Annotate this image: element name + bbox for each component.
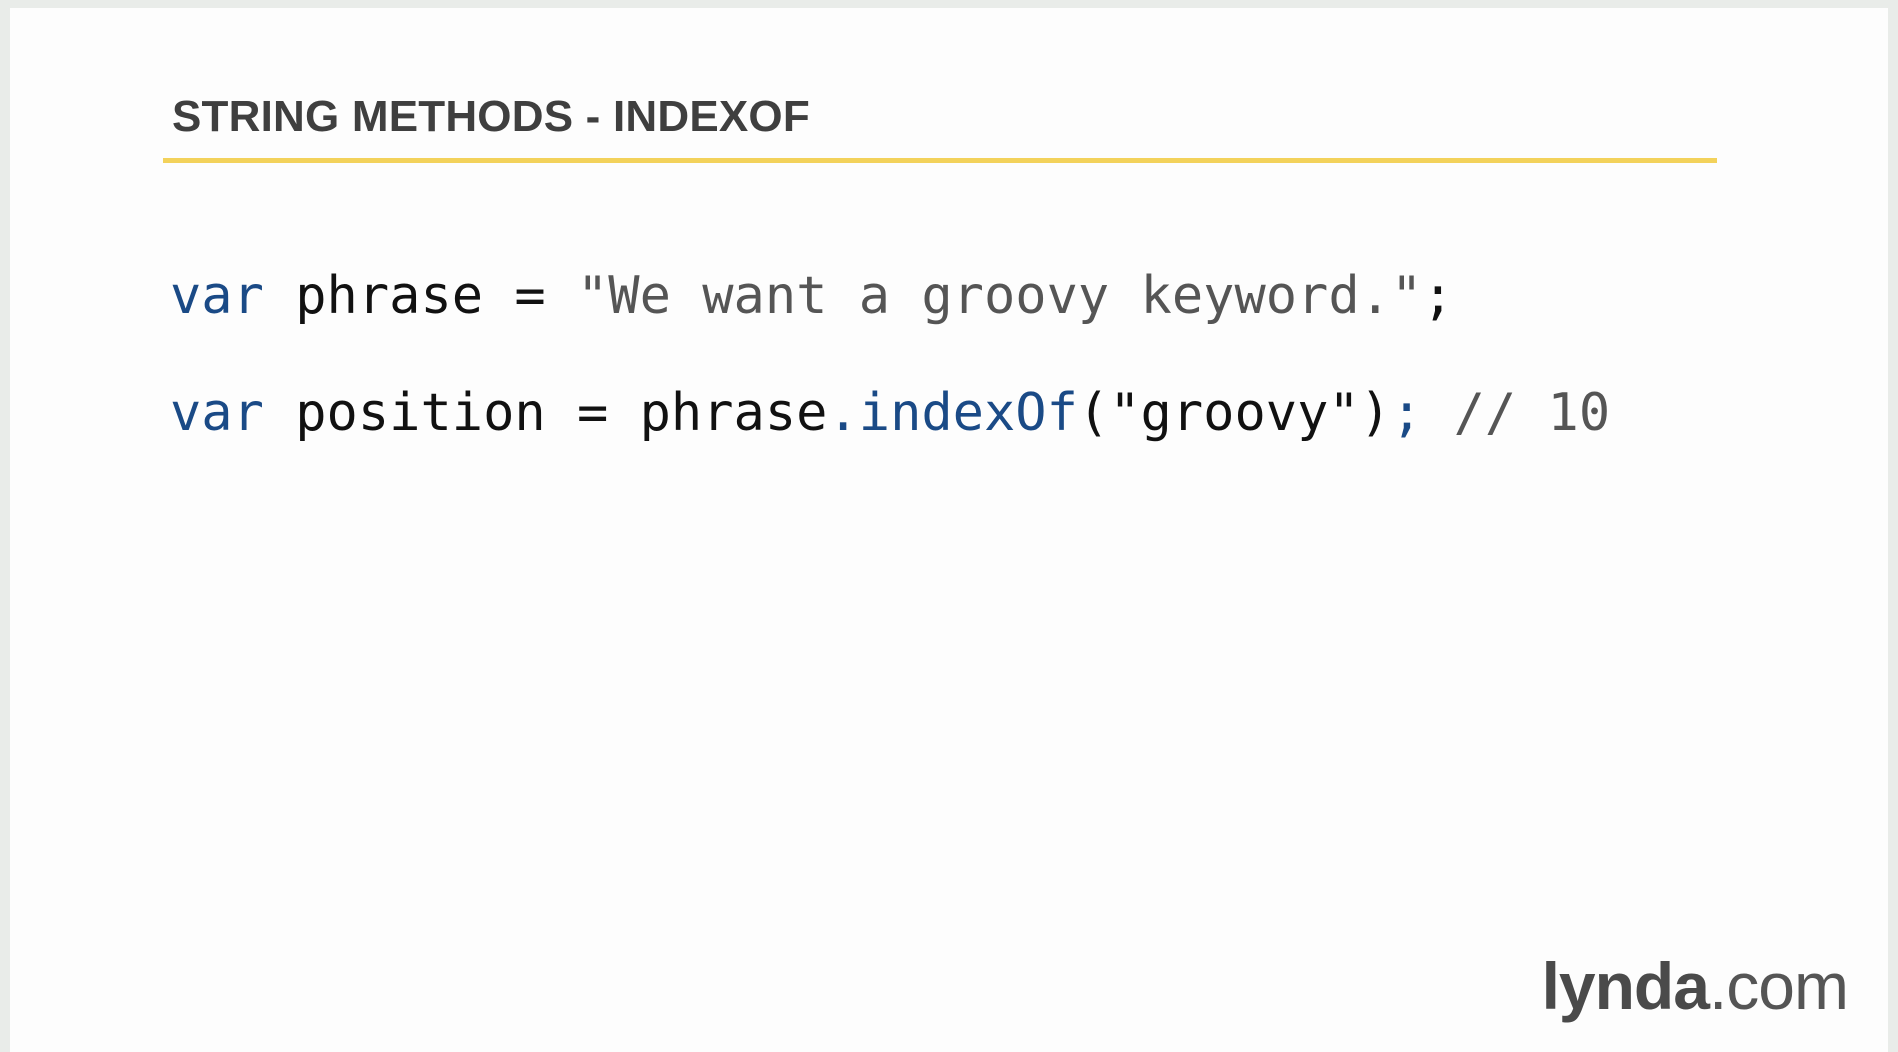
code-line-2: var position = phrase.indexOf("groovy");… [170,378,1610,448]
slide-canvas: STRING METHODS - INDEXOF var phrase = "W… [10,8,1888,1052]
code-arguments: ("groovy") [1077,383,1391,443]
slide-title: STRING METHODS - INDEXOF [172,92,810,141]
lynda-logo: lynda.com [1541,946,1849,1026]
code-dot: . [827,383,859,443]
logo-brand: lynda [1541,949,1710,1023]
code-comment: // 10 [1422,383,1611,443]
code-semicolon: ; [1391,383,1423,443]
code-identifier: position = phrase [263,383,828,443]
code-string-literal: "We want a groovy keyword." [577,266,1423,326]
logo-suffix: .com [1708,949,1849,1023]
title-underline [163,158,1717,163]
code-identifier: phrase = [263,266,577,326]
code-line-1: var phrase = "We want a groovy keyword."… [170,261,1454,331]
code-semicolon: ; [1422,266,1454,326]
code-keyword-var: var [170,383,264,443]
code-keyword-var: var [170,266,264,326]
code-method-name: indexOf [858,383,1078,443]
